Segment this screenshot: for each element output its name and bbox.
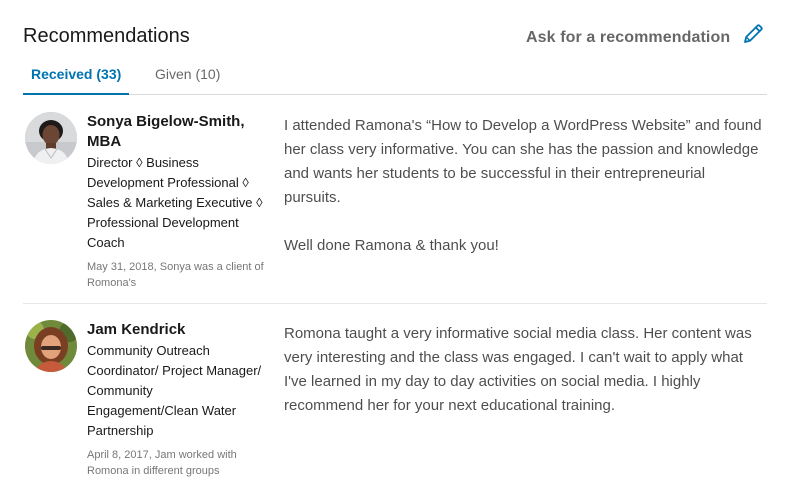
pencil-icon[interactable]: [741, 22, 765, 46]
recommendation-item: Sonya Bigelow-Smith, MBA Director ◊ Busi…: [23, 112, 767, 304]
tab-given[interactable]: Given (10): [155, 66, 220, 82]
ask-recommendation-button[interactable]: Ask for a recommendation: [526, 29, 730, 47]
recommender-name[interactable]: Jam Kendrick: [87, 320, 267, 340]
recommendation-paragraph: Well done Ramona & thank you!: [284, 237, 499, 254]
recommendation-meta: May 31, 2018, Sonya was a client of Romo…: [87, 261, 264, 289]
recommender-name[interactable]: Sonya Bigelow-Smith, MBA: [87, 112, 267, 152]
recommender-info: Sonya Bigelow-Smith, MBA Director ◊ Busi…: [87, 112, 267, 291]
recommender-info: Jam Kendrick Community Outreach Coordina…: [87, 320, 267, 479]
recommendation-text: Romona taught a very informative social …: [284, 322, 764, 442]
section-title: Recommendations: [23, 25, 190, 47]
avatar[interactable]: [25, 320, 77, 372]
recommender-headline: Community Outreach Coordinator/ Project …: [87, 343, 262, 438]
tab-received[interactable]: Received (33): [22, 66, 130, 95]
recommendation-paragraph: Romona taught a very informative social …: [284, 325, 752, 414]
recommendation-tabs: Received (33) Given (10): [22, 60, 767, 95]
recommendation-meta: April 8, 2017, Jam worked with Romona in…: [87, 449, 237, 477]
recommendation-paragraph: I attended Ramona's “How to Develop a Wo…: [284, 117, 762, 206]
avatar[interactable]: [25, 112, 77, 164]
recommendation-item: Jam Kendrick Community Outreach Coordina…: [23, 320, 767, 485]
recommender-headline: Director ◊ Business Development Professi…: [87, 155, 263, 250]
recommendation-text: I attended Ramona's “How to Develop a Wo…: [284, 114, 764, 282]
